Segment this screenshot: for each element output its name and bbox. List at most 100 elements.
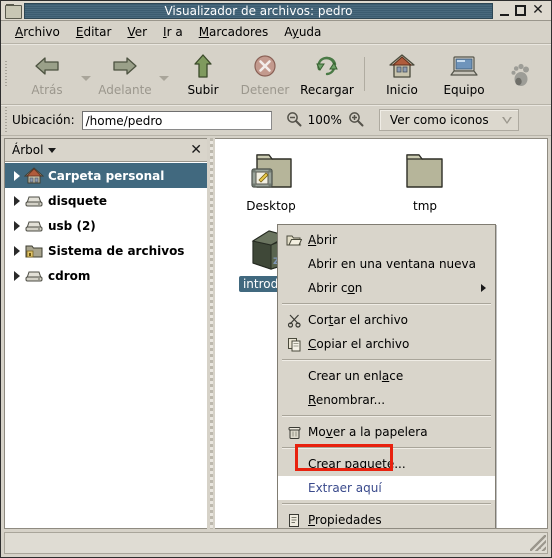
context-menu-item-label: Crear un enlace [308,369,404,383]
file-item-tmp[interactable]: tmp [377,147,473,214]
blank-icon [284,455,304,473]
sidebar-item-label: usb (2) [48,218,96,233]
context-menu-separator [282,447,491,449]
expander-icon[interactable] [10,245,24,256]
context-menu-item-abrir[interactable]: Abrir [278,228,495,252]
zoom-level: 100% [307,113,342,127]
menu-editar[interactable]: Editar [68,23,120,41]
menubar: Archivo Editar Ver Ir a Marcadores Ayuda [1,21,551,44]
file-label: Desktop [246,199,296,213]
reload-button[interactable]: Recargar [296,47,358,101]
context-menu-separator [282,415,491,417]
pane-splitter[interactable] [207,138,215,529]
locationbar-grip[interactable] [1,107,10,133]
context-menu-item-crear-paquete[interactable]: Crear paquete... [278,452,495,476]
chevron-down-icon [81,76,91,81]
computer-button[interactable]: Equipo [433,47,495,101]
file-view[interactable]: Desktop tmp introducc Abrir Abrir en una… [215,138,548,529]
view-as-dropdown[interactable]: Ver como iconos [378,109,519,131]
forward-dropdown-button[interactable] [156,47,172,101]
drive-icon [24,217,44,234]
computer-label: Equipo [443,83,485,97]
back-button[interactable]: Atrás [16,47,78,101]
zoom-out-icon[interactable] [286,111,302,130]
expander-icon[interactable] [10,220,24,231]
location-input[interactable]: /home/pedro [81,110,272,130]
context-menu-item-abrir-con[interactable]: Abrir con [278,276,495,300]
home-folder-icon [23,167,45,184]
drive-icon [24,267,44,284]
zoom-in-icon[interactable] [348,111,364,130]
open-folder-icon [284,231,304,249]
context-menu-item-label: Cortar el archivo [308,313,409,327]
context-menu-item-abrir-ventana-nueva[interactable]: Abrir en una ventana nueva [278,252,495,276]
context-menu-item-label: Abrir en una ventana nueva [308,257,476,271]
stop-button[interactable]: Detener [234,47,296,101]
context-menu-item-extraer-aqui[interactable]: Extraer aquí [278,476,495,500]
sidebar-item-usb[interactable]: usb (2) [5,213,207,238]
sidebar-item-disquete[interactable]: disquete [5,188,207,213]
sidebar-title: Árbol [12,143,44,157]
menu-ayuda[interactable]: Ayuda [276,23,329,41]
filesystem-folder-icon [24,242,44,259]
expander-icon[interactable] [10,170,24,181]
context-menu-item-propiedades[interactable]: Propiedades [278,508,495,528]
sidebar-item-cdrom[interactable]: cdrom [5,263,207,288]
sidebar-item-label: Carpeta personal [48,168,165,183]
home-button[interactable]: Inicio [371,47,433,101]
blank-icon [284,367,304,385]
forward-button[interactable]: Adelante [94,47,156,101]
computer-icon [449,51,479,81]
context-menu-item-label: Abrir con [308,281,363,295]
resize-grip[interactable] [530,535,546,551]
sidebar: Árbol ✕ Carpeta personal disquete usb (2… [4,138,207,529]
context-menu-item-crear-enlace[interactable]: Crear un enlace [278,364,495,388]
toolbar: Atrás Adelante Subir Detener Recargar In… [1,44,551,105]
file-item-desktop[interactable]: Desktop [223,147,319,214]
sidebar-mode-dropdown[interactable]: Árbol [12,143,57,157]
menu-archivo[interactable]: Archivo [7,23,68,41]
expander-icon[interactable] [10,195,24,206]
context-menu-item-label: Abrir [308,233,338,247]
context-menu-item-cortar[interactable]: Cortar el archivo [278,308,495,332]
home-label: Inicio [386,83,418,97]
tree-view: Carpeta personal disquete usb (2) Sistem… [5,162,207,528]
back-label: Atrás [31,83,63,97]
minimize-button[interactable] [500,5,509,16]
context-menu-item-mover-papelera[interactable]: Mover a la papelera [278,420,495,444]
back-dropdown-button[interactable] [78,47,94,101]
context-menu-item-renombrar[interactable]: Renombrar... [278,388,495,412]
submenu-arrow-icon [481,284,486,292]
sidebar-item-carpeta-personal[interactable]: Carpeta personal [5,163,207,188]
toolbar-grip[interactable] [1,44,10,104]
sidebar-close-button[interactable]: ✕ [190,143,202,157]
arrow-right-icon [111,51,139,81]
context-menu-item-label: Mover a la papelera [308,425,428,439]
scissors-icon [284,311,304,329]
close-button[interactable]: ✕ [532,3,544,17]
menu-ver[interactable]: Ver [119,23,155,41]
menu-marcadores[interactable]: Marcadores [191,23,277,41]
chevron-down-icon [48,147,57,153]
main-area: Árbol ✕ Carpeta personal disquete usb (2… [1,136,551,529]
gnome-foot-logo [509,60,537,88]
up-button[interactable]: Subir [172,47,234,101]
menu-ir-a[interactable]: Ir a [155,23,191,41]
view-as-label: Ver como iconos [389,113,489,127]
sidebar-item-sistema-de-archivos[interactable]: Sistema de archivos [5,238,207,263]
arrow-up-icon [190,51,216,81]
properties-icon [284,511,304,528]
context-menu-item-copiar[interactable]: Copiar el archivo [278,332,495,356]
blank-icon [284,255,304,273]
maximize-button[interactable] [515,5,526,16]
reload-icon [313,51,341,81]
blank-icon [284,391,304,409]
folder-with-emblem-icon [243,147,299,195]
expander-icon[interactable] [10,270,24,281]
context-menu-item-label: Renombrar... [308,393,386,407]
titlebar: Visualizador de archivos: pedro ✕ [1,1,551,21]
context-menu-separator [282,359,491,361]
blank-icon [284,479,304,497]
trash-icon [284,423,304,441]
window-title: Visualizador de archivos: pedro [164,3,353,18]
